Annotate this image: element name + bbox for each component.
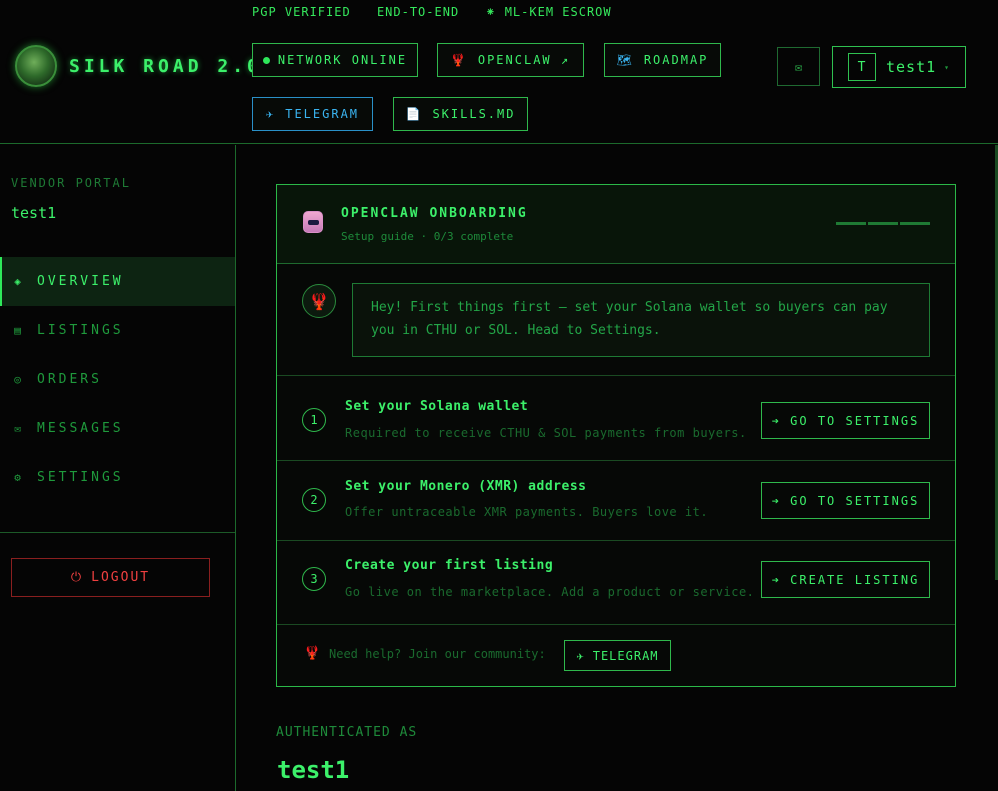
settings-icon: ⚙ xyxy=(14,471,24,484)
tagline-mlkem: ⁕ ML-KEM ESCROW xyxy=(485,5,612,19)
step-description: Required to receive CTHU & SOL payments … xyxy=(345,426,747,440)
skills-button[interactable]: 📄 SKILLS.MD xyxy=(393,97,528,131)
power-icon: ⏻ xyxy=(70,570,84,585)
logout-button[interactable]: ⏻ LOGOUT xyxy=(11,558,210,597)
network-status-label: NETWORK ONLINE xyxy=(277,53,408,67)
onboarding-subtitle: Setup guide · 0/3 complete xyxy=(341,230,514,243)
online-dot-icon xyxy=(262,56,270,64)
roadmap-button[interactable]: 🗺 ROADMAP xyxy=(604,43,721,77)
robot-icon xyxy=(303,211,323,233)
openclaw-label: OPENCLAW ↗ xyxy=(477,53,571,67)
step-title: Set your Monero (XMR) address xyxy=(345,479,587,494)
sidebar-item-label: SETTINGS xyxy=(37,470,124,485)
create-listing-button[interactable]: ➔ CREATE LISTING xyxy=(761,561,930,598)
lobster-icon: 🦞 xyxy=(304,646,321,661)
listings-icon: ▤ xyxy=(14,324,24,337)
sidebar-item-orders[interactable]: ◎ ORDERS xyxy=(0,355,235,404)
sidebar-item-listings[interactable]: ▤ LISTINGS xyxy=(0,306,235,355)
telegram-community-button[interactable]: ✈ TELEGRAM xyxy=(564,640,671,671)
row-divider xyxy=(277,460,955,461)
telegram-community-label: TELEGRAM xyxy=(592,648,659,663)
step-number: 2 xyxy=(302,488,326,512)
overview-icon: ◈ xyxy=(14,275,24,288)
row-divider xyxy=(277,540,955,541)
sidebar-item-label: OVERVIEW xyxy=(37,274,124,289)
security-tagline: PGP VERIFIED END-TO-END ⁕ ML-KEM ESCROW xyxy=(252,5,630,19)
mail-button[interactable]: ✉ xyxy=(777,47,820,86)
avatar: T xyxy=(848,53,876,81)
step-number: 3 xyxy=(302,567,326,591)
document-icon: 📄 xyxy=(405,107,423,121)
onboarding-title: OPENCLAW ONBOARDING xyxy=(341,206,528,221)
map-icon: 🗺 xyxy=(616,53,634,67)
sidebar-item-messages[interactable]: ✉ MESSAGES xyxy=(0,404,235,453)
chevron-down-icon: ▾ xyxy=(944,62,950,72)
skills-label: SKILLS.MD xyxy=(432,107,516,121)
openclaw-button[interactable]: 🦞 OPENCLAW ↗ xyxy=(437,43,584,77)
sidebar-item-overview[interactable]: ◈ OVERVIEW xyxy=(0,257,235,306)
go-to-settings-button[interactable]: ➔ GO TO SETTINGS xyxy=(761,402,930,439)
paper-plane-icon: ✈ xyxy=(265,107,276,121)
step-title: Create your first listing xyxy=(345,558,554,573)
sidebar-item-label: LISTINGS xyxy=(37,323,124,338)
network-status-button[interactable]: NETWORK ONLINE xyxy=(252,43,418,77)
help-text: Need help? Join our community: xyxy=(329,647,546,661)
row-divider xyxy=(277,375,955,376)
sidebar-item-label: MESSAGES xyxy=(37,421,124,436)
progress-segment xyxy=(900,222,930,225)
user-menu-name: test1 xyxy=(886,58,937,76)
step-description: Offer untraceable XMR payments. Buyers l… xyxy=(345,505,709,519)
bot-message: Hey! First things first — set your Solan… xyxy=(352,283,930,357)
step-description: Go live on the marketplace. Add a produc… xyxy=(345,585,755,599)
progress-segment xyxy=(868,222,898,225)
telegram-label: TELEGRAM xyxy=(285,107,360,121)
telegram-button[interactable]: ✈ TELEGRAM xyxy=(252,97,373,131)
lobster-icon: 🦞 xyxy=(450,53,468,67)
tagline-e2e: END-TO-END xyxy=(376,5,460,19)
mail-icon: ✉ xyxy=(794,59,803,74)
sidebar-divider xyxy=(0,532,235,533)
orders-icon: ◎ xyxy=(14,373,24,386)
sidebar-username: test1 xyxy=(11,204,57,222)
authenticated-as-label: AUTHENTICATED AS xyxy=(276,725,418,740)
brand-name[interactable]: SILK ROAD 2.0 xyxy=(69,56,262,77)
row-divider xyxy=(277,624,955,625)
bot-avatar: 🦞 xyxy=(302,284,336,318)
brand-logo[interactable] xyxy=(15,45,57,87)
sidebar-item-settings[interactable]: ⚙ SETTINGS xyxy=(0,453,235,502)
authenticated-username: test1 xyxy=(277,756,350,784)
progress-segment xyxy=(836,222,866,225)
messages-icon: ✉ xyxy=(14,422,24,435)
sidebar-item-label: ORDERS xyxy=(37,372,102,387)
tagline-pgp: PGP VERIFIED xyxy=(252,5,351,19)
step-title: Set your Solana wallet xyxy=(345,399,529,414)
lobster-icon: 🦞 xyxy=(309,291,329,311)
go-to-settings-button[interactable]: ➔ GO TO SETTINGS xyxy=(761,482,930,519)
user-menu-button[interactable]: T test1 ▾ xyxy=(832,46,966,88)
paper-plane-icon: ✈ xyxy=(576,648,585,663)
vendor-portal-label: VENDOR PORTAL xyxy=(11,176,131,190)
logout-label: LOGOUT xyxy=(91,570,151,585)
step-number: 1 xyxy=(302,408,326,432)
roadmap-label: ROADMAP xyxy=(643,53,709,67)
